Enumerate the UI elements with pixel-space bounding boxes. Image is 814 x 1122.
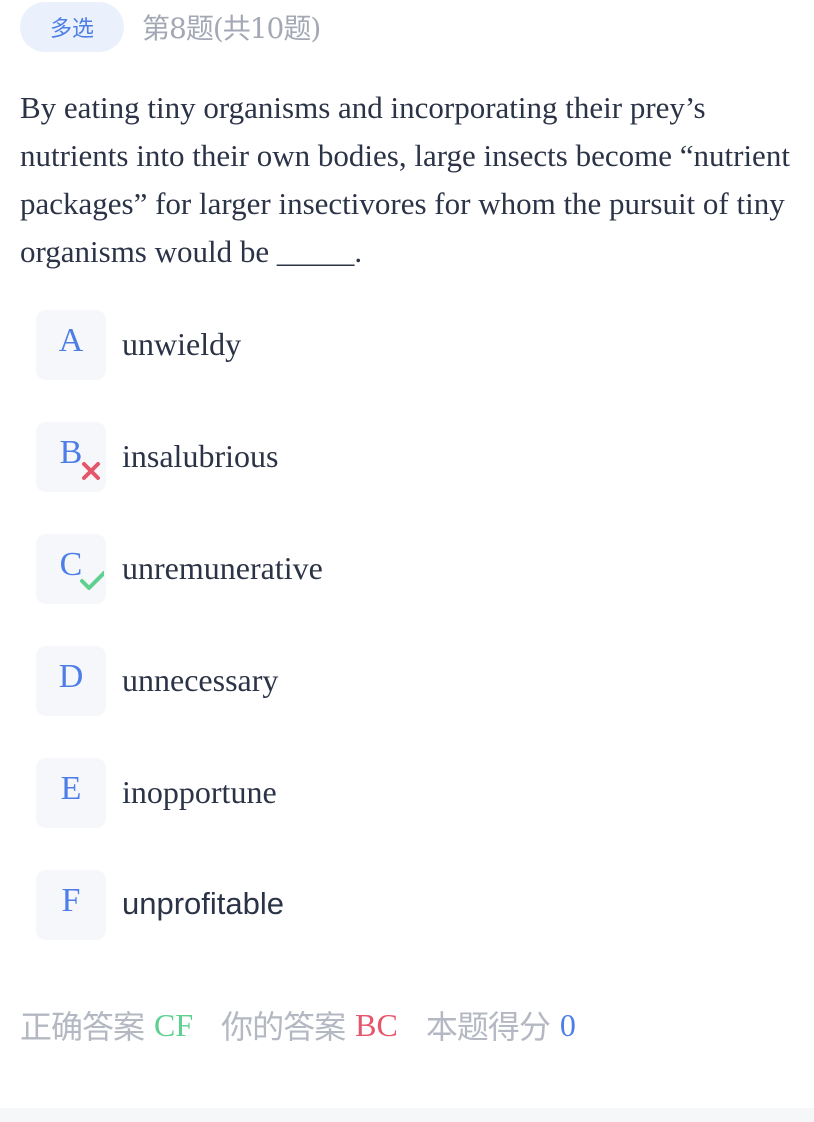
question-progress: 第8题(共10题) <box>142 12 321 45</box>
correct-check-icon <box>80 571 104 590</box>
option-b[interactable]: B insalubrious <box>36 422 776 492</box>
correct-answer-label: 正确答案 <box>20 1008 145 1046</box>
answer-result-bar: 正确答案 CF 你的答案 BC 本题得分 0 <box>20 1000 576 1050</box>
option-f[interactable]: F unprofitable <box>36 870 776 940</box>
option-d[interactable]: D unnecessary <box>36 646 776 716</box>
score-label: 本题得分 <box>425 1008 551 1046</box>
option-letter-box: F <box>36 870 106 940</box>
option-text: unwieldy <box>122 325 242 362</box>
option-letter: A <box>58 322 84 359</box>
option-letter-box: A <box>36 310 106 380</box>
question-header: 多选 第8题(共10题) <box>20 2 321 52</box>
option-text: unremunerative <box>122 549 323 586</box>
score-value: 0 <box>559 1006 576 1043</box>
option-text: inopportune <box>122 773 277 810</box>
question-type-badge: 多选 <box>20 2 124 52</box>
question-text: By eating tiny organisms and incorporati… <box>20 90 790 269</box>
option-letter-box: E <box>36 758 106 828</box>
correct-answer-value: CF <box>154 1006 194 1043</box>
your-answer-label: 你的答案 <box>221 1008 346 1046</box>
option-letter: B <box>59 434 83 471</box>
option-letter: E <box>60 770 82 807</box>
bottom-divider <box>0 1108 814 1122</box>
option-c[interactable]: C unremunerative <box>36 534 776 604</box>
your-answer-value: BC <box>355 1006 398 1043</box>
option-a[interactable]: A unwieldy <box>36 310 776 380</box>
option-text: insalubrious <box>122 437 279 474</box>
option-text: unnecessary <box>122 661 279 698</box>
option-letter-box: D <box>36 646 106 716</box>
option-text: unprofitable <box>122 886 285 921</box>
options-list: A unwieldy B insalubrious C unremunerati… <box>36 310 776 982</box>
option-letter: F <box>61 882 81 919</box>
option-letter-box: B <box>36 422 106 492</box>
option-letter-box: C <box>36 534 106 604</box>
option-e[interactable]: E inopportune <box>36 758 776 828</box>
option-letter: D <box>58 658 84 695</box>
wrong-x-icon <box>82 462 100 480</box>
